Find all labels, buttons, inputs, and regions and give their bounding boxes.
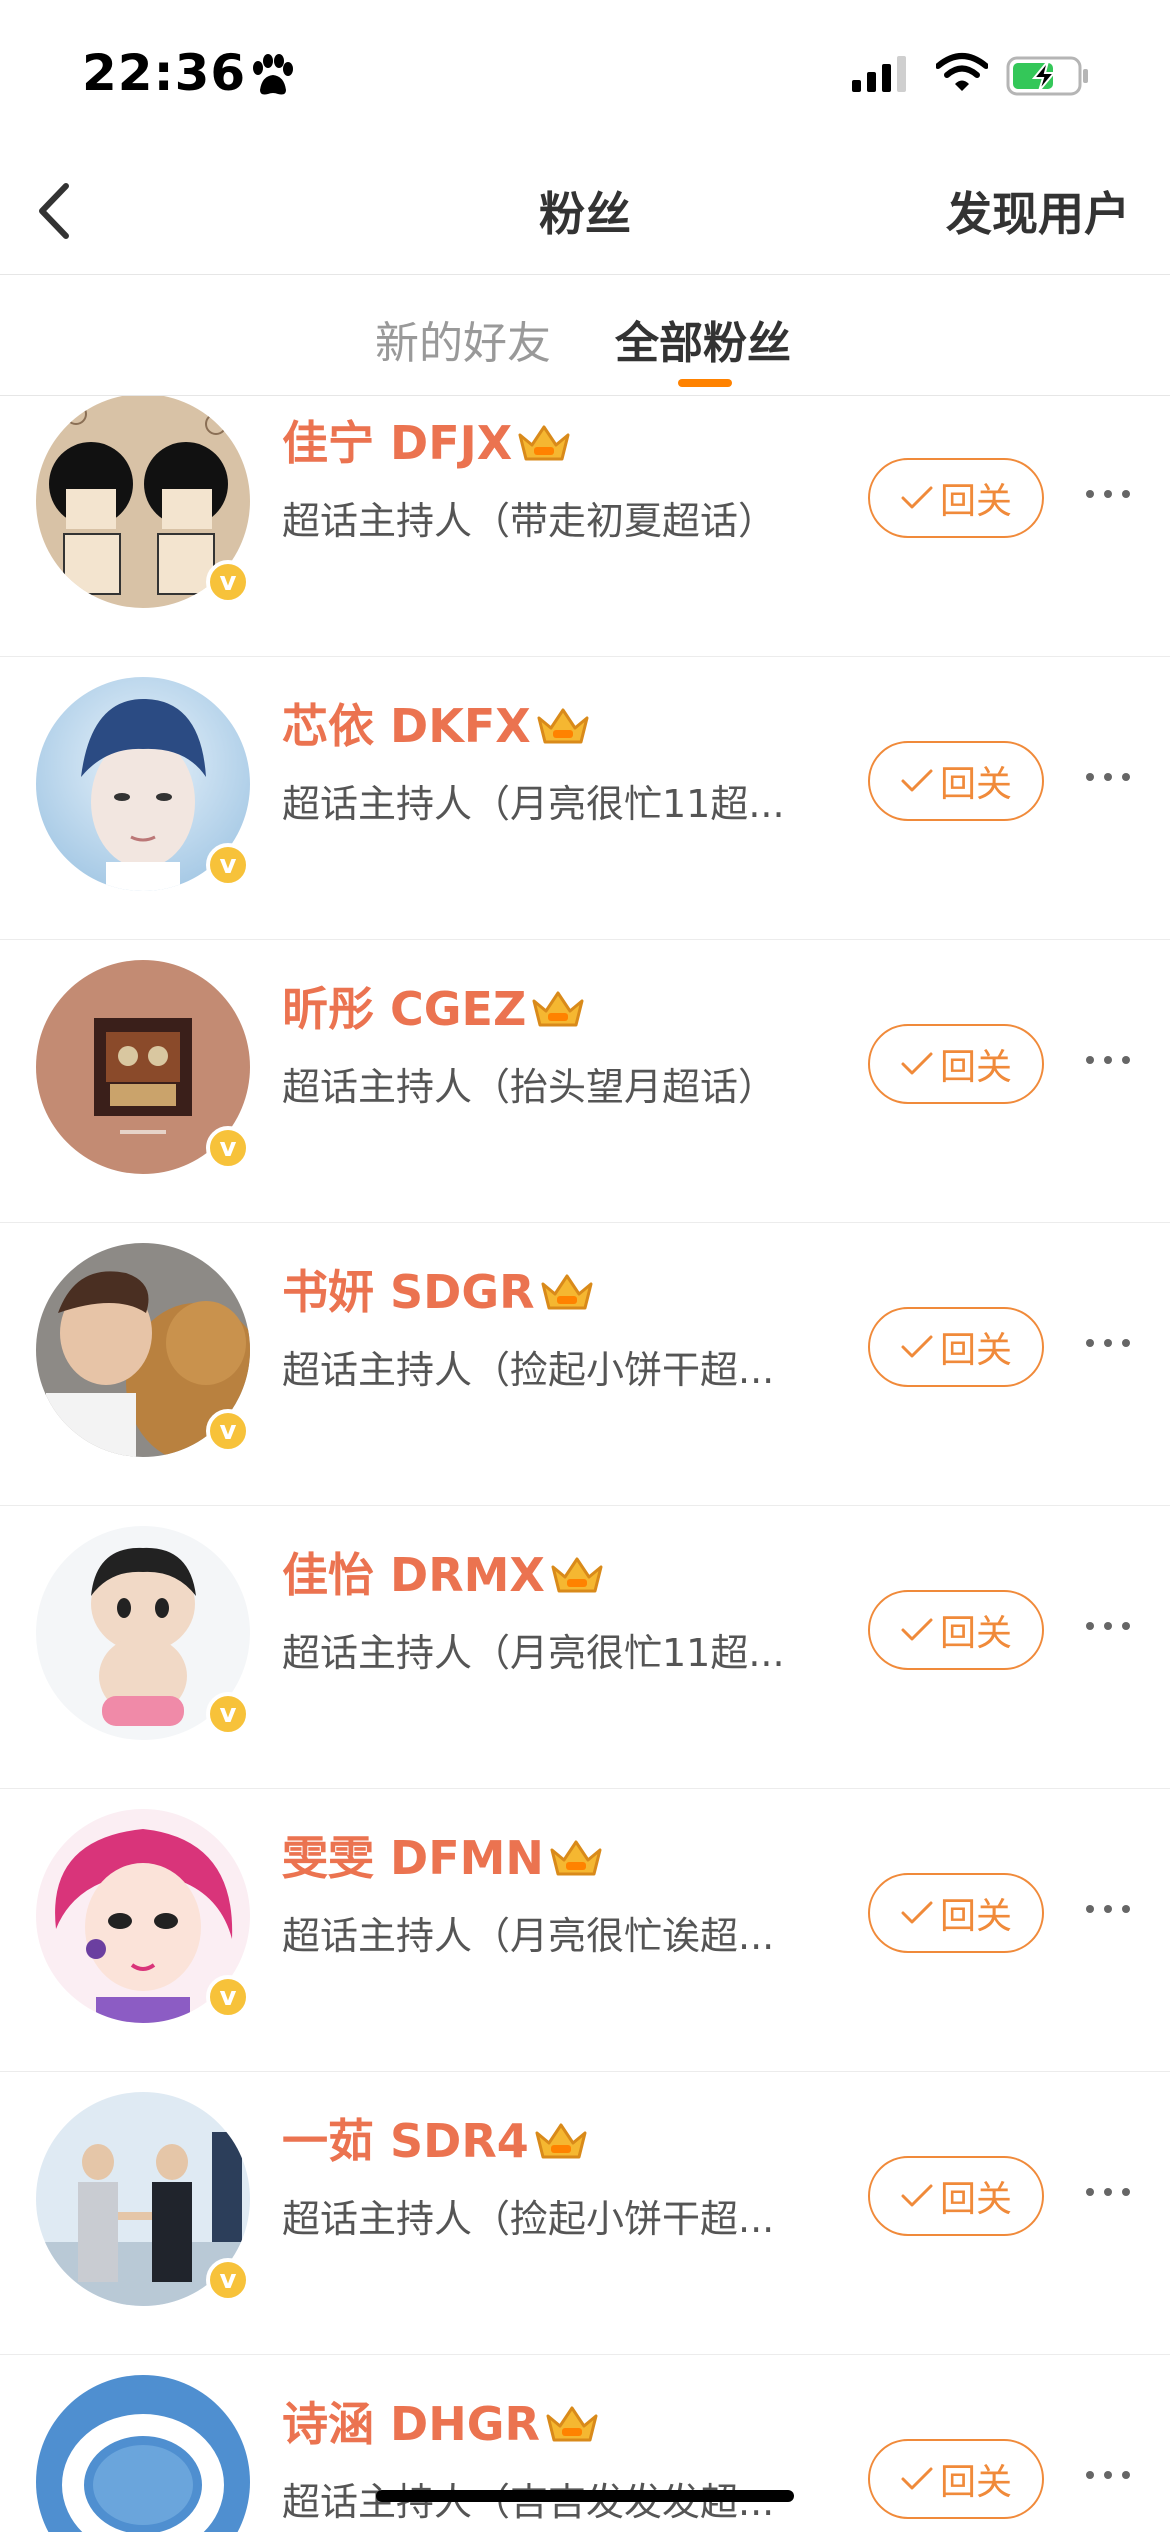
verified-badge-icon: v (206, 1126, 250, 1170)
follow-back-button[interactable]: 回关 (868, 1024, 1044, 1104)
tab-all-fans[interactable]: 全部粉丝 (615, 307, 791, 371)
follow-back-label: 回关 (939, 2462, 1012, 2503)
fan-name[interactable]: 一茹 SDR4 (282, 2105, 529, 2171)
follow-back-label: 回关 (939, 1047, 1012, 1088)
fan-description: 超话主持人（月亮很忙11超... (282, 782, 785, 826)
fans-list[interactable]: v 佳宁 DFJX 超话主持人（带走初夏超话） 回关 v 芯依 DKFX 超话主… (0, 396, 1170, 2532)
check-icon (901, 1618, 933, 1641)
verified-badge-icon: v (206, 560, 250, 604)
wifi-icon (936, 53, 988, 91)
follow-back-label: 回关 (939, 1330, 1012, 1371)
crown-icon (546, 2406, 598, 2442)
verified-badge-icon: v (206, 843, 250, 887)
fan-description: 超话主持人（抬头望月超话） (282, 1065, 777, 1109)
follow-back-button[interactable]: 回关 (868, 1873, 1044, 1953)
list-item[interactable]: v 昕彤 CGEZ 超话主持人（抬头望月超话） 回关 (0, 940, 1170, 1223)
verified-badge-icon: v (206, 2258, 250, 2302)
follow-back-label: 回关 (939, 1896, 1012, 1937)
follow-back-button[interactable]: 回关 (868, 2439, 1044, 2519)
more-options-icon[interactable] (1086, 1899, 1130, 1919)
list-item[interactable]: v 芯依 DKFX 超话主持人（月亮很忙11超... 回关 (0, 657, 1170, 940)
check-icon (901, 2467, 933, 2490)
more-options-icon[interactable] (1086, 767, 1130, 787)
active-tab-indicator (678, 379, 732, 387)
crown-icon (532, 991, 584, 1027)
more-options-icon[interactable] (1086, 2182, 1130, 2202)
tab-new-friends[interactable]: 新的好友 (375, 307, 551, 371)
check-icon (901, 486, 933, 509)
more-options-icon[interactable] (1086, 1616, 1130, 1636)
verified-badge-icon: v (206, 1692, 250, 1736)
avatar[interactable] (36, 2375, 250, 2532)
list-item[interactable]: v 诗涵 DHGR 超话主持人（吉吉发发发超... 回关 (0, 2355, 1170, 2532)
more-options-icon[interactable] (1086, 2465, 1130, 2485)
fan-name[interactable]: 诗涵 DHGR (282, 2388, 540, 2454)
crown-icon (535, 2123, 587, 2159)
follow-back-label: 回关 (939, 764, 1012, 805)
crown-icon (537, 708, 589, 744)
check-icon (901, 769, 933, 792)
home-indicator[interactable] (376, 2490, 794, 2502)
cellular-signal-icon (852, 56, 906, 92)
follow-back-button[interactable]: 回关 (868, 1590, 1044, 1670)
more-options-icon[interactable] (1086, 1050, 1130, 1070)
list-item[interactable]: v 一茹 SDR4 超话主持人（捡起小饼干超... 回关 (0, 2072, 1170, 2355)
fan-name[interactable]: 雯雯 DFMN (282, 1822, 544, 1888)
follow-back-label: 回关 (939, 2179, 1012, 2220)
follow-back-button[interactable]: 回关 (868, 741, 1044, 821)
check-icon (901, 2184, 933, 2207)
fan-name[interactable]: 昕彤 CGEZ (282, 973, 526, 1039)
more-options-icon[interactable] (1086, 1333, 1130, 1353)
list-item[interactable]: v 佳宁 DFJX 超话主持人（带走初夏超话） 回关 (0, 396, 1170, 657)
status-bar: 22:36 (0, 0, 1170, 150)
check-icon (901, 1335, 933, 1358)
crown-icon (518, 425, 570, 461)
fan-description: 超话主持人（月亮很忙诶超... (282, 1914, 775, 1958)
follow-back-label: 回关 (939, 481, 1012, 522)
follow-back-button[interactable]: 回关 (868, 458, 1044, 538)
check-icon (901, 1901, 933, 1924)
follow-back-button[interactable]: 回关 (868, 2156, 1044, 2236)
tab-bar: 新的好友 全部粉丝 (0, 275, 1170, 396)
fan-description: 超话主持人（月亮很忙11超... (282, 1631, 785, 1675)
follow-back-button[interactable]: 回关 (868, 1307, 1044, 1387)
verified-badge-icon: v (206, 1975, 250, 2019)
fan-description: 超话主持人（捡起小饼干超... (282, 1348, 775, 1392)
list-item[interactable]: v 雯雯 DFMN 超话主持人（月亮很忙诶超... 回关 (0, 1789, 1170, 2072)
paw-icon (253, 54, 293, 95)
more-options-icon[interactable] (1086, 484, 1130, 504)
crown-icon (551, 1557, 603, 1593)
fan-name[interactable]: 芯依 DKFX (282, 690, 531, 756)
crown-icon (550, 1840, 602, 1876)
list-item[interactable]: v 佳怡 DRMX 超话主持人（月亮很忙11超... 回关 (0, 1506, 1170, 1789)
follow-back-label: 回关 (939, 1613, 1012, 1654)
fan-description: 超话主持人（捡起小饼干超... (282, 2197, 775, 2241)
fan-description: 超话主持人（带走初夏超话） (282, 499, 777, 543)
check-icon (901, 1052, 933, 1075)
fan-name[interactable]: 佳怡 DRMX (282, 1539, 545, 1605)
discover-users-button[interactable]: 发现用户 (946, 178, 1130, 244)
list-item[interactable]: v 书妍 SDGR 超话主持人（捡起小饼干超... 回关 (0, 1223, 1170, 1506)
fan-name[interactable]: 佳宁 DFJX (282, 407, 512, 473)
fan-name[interactable]: 书妍 SDGR (282, 1256, 535, 1322)
battery-icon (1006, 56, 1088, 96)
verified-badge-icon: v (206, 1409, 250, 1453)
navigation-bar: 粉丝 发现用户 (0, 150, 1170, 275)
crown-icon (541, 1274, 593, 1310)
status-time: 22:36 (82, 44, 247, 102)
